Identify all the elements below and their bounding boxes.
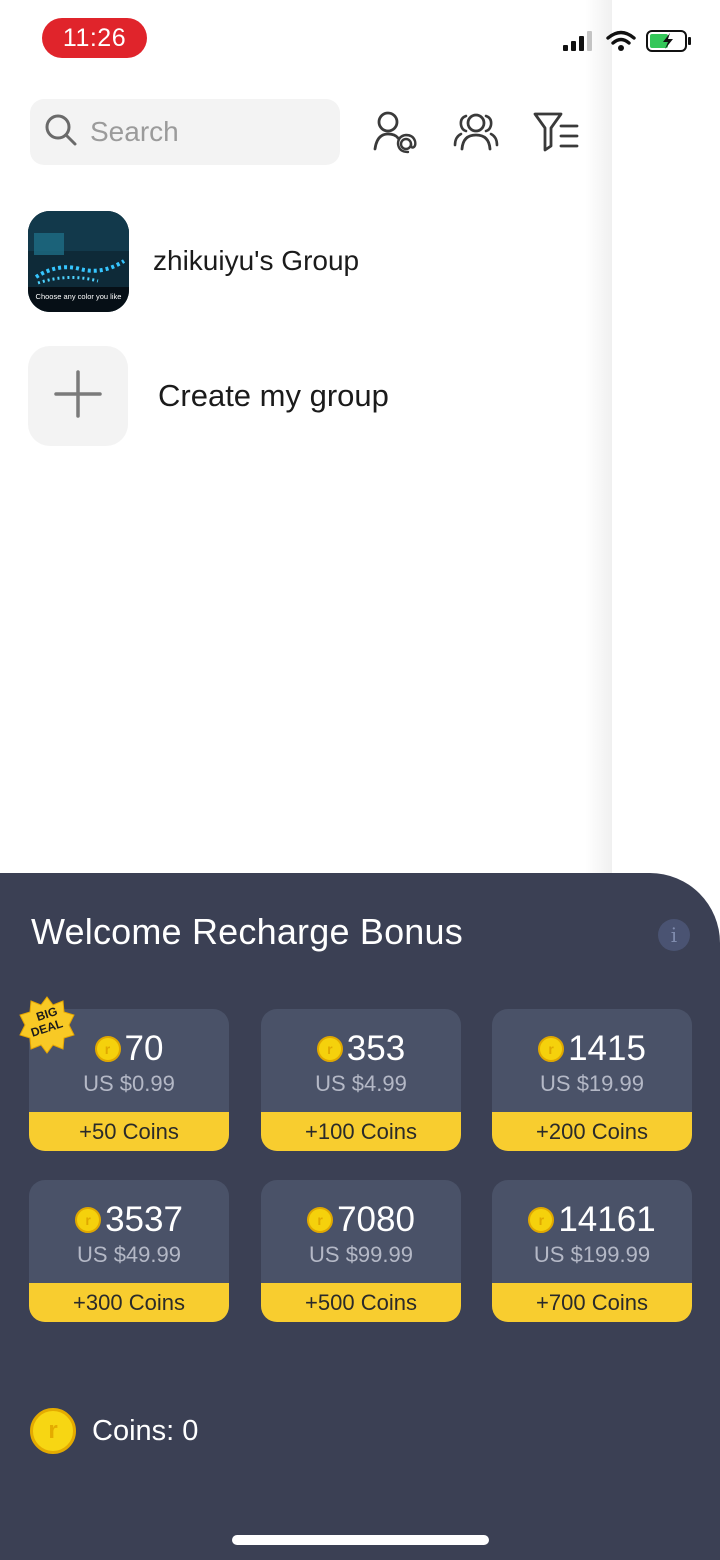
pack-price: US $49.99 — [77, 1242, 181, 1267]
group-avatar: Choose any color you like — [28, 210, 129, 312]
coin-icon: r — [528, 1207, 555, 1233]
status-icons — [562, 30, 692, 57]
coin-icon: r — [307, 1207, 334, 1233]
coin-pack-353[interactable]: r 353 US $4.99 +100 Coins — [261, 1009, 461, 1151]
coin-pack-1415[interactable]: r 1415 US $19.99 +200 Coins — [492, 1009, 692, 1151]
pack-coins: 3537 — [105, 1200, 183, 1239]
search-placeholder: Search — [90, 116, 179, 147]
pack-price: US $199.99 — [533, 1242, 651, 1267]
pack-bonus: +500 Coins — [261, 1283, 461, 1322]
pack-bonus: +50 Coins — [29, 1112, 229, 1151]
screen: 11:26 Search Choose any color you like z… — [0, 0, 720, 1560]
pack-price: US $99.99 — [309, 1242, 413, 1267]
recharge-sheet: Welcome Recharge Bonus i r 70 US $0.99 +… — [0, 873, 720, 1560]
pack-bonus: +200 Coins — [492, 1112, 692, 1151]
coin-icon: r — [75, 1207, 102, 1233]
coin-icon: r — [316, 1036, 343, 1062]
coin-balance: r Coins: 0 — [30, 1408, 198, 1454]
coin-pack-14161[interactable]: r 14161 US $199.99 +700 Coins — [492, 1180, 692, 1322]
big-deal-badge: BIG DEAL — [17, 995, 77, 1055]
coin-pack-3537[interactable]: r 3537 US $49.99 +300 Coins — [29, 1180, 229, 1322]
pack-coins: 353 — [346, 1029, 406, 1068]
pack-price: US $0.99 — [83, 1071, 175, 1096]
pack-bonus: +700 Coins — [492, 1283, 692, 1322]
coin-icon: r — [94, 1036, 121, 1062]
wifi-icon — [606, 30, 636, 57]
pack-coins: 1415 — [568, 1029, 646, 1068]
group-list-item[interactable]: Choose any color you like zhikuiyu's Gro… — [28, 210, 588, 312]
coin-balance-icon: r — [30, 1408, 76, 1454]
home-indicator[interactable] — [232, 1535, 489, 1545]
coin-balance-text: Coins: 0 — [92, 1414, 199, 1447]
battery-charging-icon — [646, 30, 692, 57]
pack-coins: 70 — [124, 1029, 164, 1068]
signal-icon — [562, 30, 596, 57]
plus-icon — [53, 369, 103, 424]
pack-bonus: +300 Coins — [29, 1283, 229, 1322]
recharge-title: Welcome Recharge Bonus — [31, 911, 463, 952]
mention-contact-icon[interactable] — [370, 108, 418, 156]
group-name: zhikuiyu's Group — [153, 245, 360, 276]
coin-icon: r — [538, 1036, 565, 1062]
create-group-tile — [28, 346, 128, 446]
pack-coins: 7080 — [337, 1200, 415, 1239]
pack-coins: 14161 — [558, 1200, 656, 1239]
info-icon[interactable]: i — [658, 919, 690, 951]
pack-price: US $19.99 — [540, 1071, 644, 1096]
status-time: 11:26 — [42, 18, 147, 58]
pack-price: US $4.99 — [315, 1071, 407, 1096]
filter-list-icon[interactable] — [532, 108, 580, 156]
create-group-button[interactable]: Create my group — [28, 346, 588, 446]
panel-shadow — [585, 0, 615, 875]
search-input[interactable]: Search — [30, 99, 340, 165]
create-group-label: Create my group — [158, 378, 389, 413]
right-panel — [612, 0, 720, 875]
group-avatar-caption: Choose any color you like — [35, 291, 122, 301]
search-icon — [44, 113, 78, 152]
pack-bonus: +100 Coins — [261, 1112, 461, 1151]
group-people-icon[interactable] — [452, 108, 500, 156]
coin-pack-7080[interactable]: r 7080 US $99.99 +500 Coins — [261, 1180, 461, 1322]
